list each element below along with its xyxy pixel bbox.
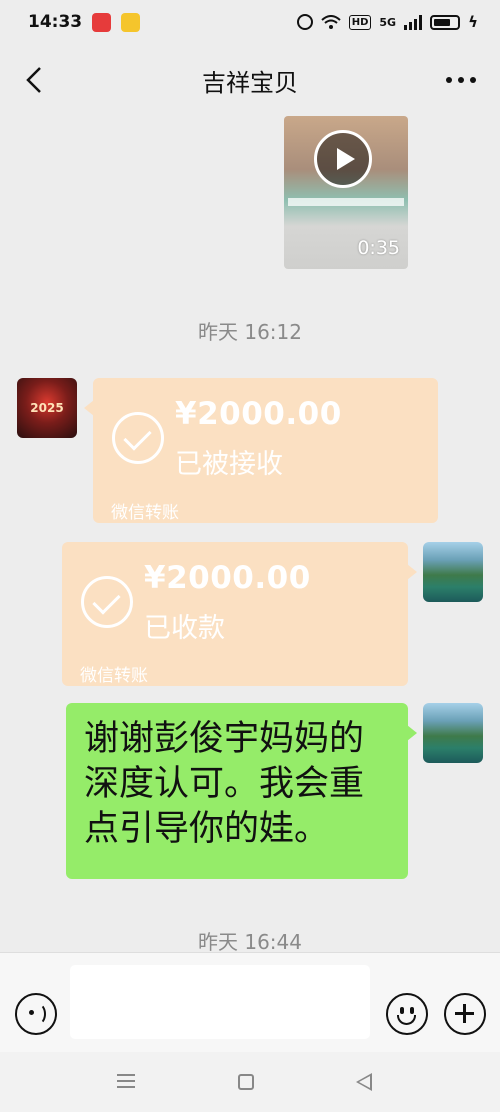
- avatar-me[interactable]: [423, 542, 483, 602]
- system-nav-bar: [0, 1052, 500, 1112]
- chat-header: 吉祥宝贝: [0, 44, 500, 116]
- battery-icon: [430, 14, 461, 30]
- home-icon[interactable]: [238, 1074, 254, 1090]
- status-bar: 14:33 HD 5G ϟ: [0, 0, 500, 44]
- input-bar: [0, 952, 500, 1052]
- wifi-icon: [321, 15, 341, 29]
- video-message[interactable]: 0:35: [284, 116, 408, 269]
- message-input[interactable]: [70, 965, 370, 1039]
- charging-icon: ϟ: [468, 13, 478, 31]
- status-time: 14:33: [28, 12, 83, 32]
- menu-icon[interactable]: [117, 1074, 135, 1088]
- status-left: 14:33: [28, 12, 141, 32]
- avatar-text: 2025: [30, 401, 64, 415]
- voice-icon[interactable]: [15, 993, 57, 1035]
- transfer-amount: ¥2000.00: [144, 560, 311, 596]
- transfer-label: 微信转账: [111, 503, 179, 523]
- transfer-amount: ¥2000.00: [175, 396, 342, 432]
- check-circle-icon: [81, 576, 133, 628]
- notification-app-icon-2: [121, 12, 141, 32]
- timestamp: 昨天 16:12: [198, 320, 302, 344]
- more-dots-icon[interactable]: [446, 68, 476, 92]
- transfer-label: 微信转账: [80, 666, 148, 686]
- alarm-icon: [296, 14, 313, 30]
- back-triangle-icon[interactable]: [356, 1073, 372, 1091]
- message-bubble[interactable]: 谢谢彭俊宇妈妈的深度认可。我会重点引导你的娃。: [66, 703, 417, 879]
- video-duration: 0:35: [357, 237, 400, 259]
- plus-icon[interactable]: [444, 993, 486, 1035]
- transfer-card[interactable]: ¥2000.00 已被接收 微信转账: [84, 378, 438, 523]
- notification-app-icon: [92, 12, 112, 32]
- transfer-card[interactable]: ¥2000.00 已收款 微信转账: [62, 542, 417, 686]
- play-icon[interactable]: [314, 130, 372, 188]
- transfer-status: 已被接收: [175, 449, 283, 480]
- hd-badge: HD: [348, 14, 372, 30]
- status-right: HD 5G ϟ: [296, 13, 478, 31]
- emoji-icon[interactable]: [386, 993, 428, 1035]
- video-caption-strip: [288, 198, 404, 206]
- chat-title: 吉祥宝贝: [202, 68, 298, 97]
- check-circle-icon: [112, 412, 164, 464]
- chevron-left-icon[interactable]: [20, 64, 50, 96]
- signal-icon: [404, 14, 423, 30]
- timestamp: 昨天 16:44: [198, 930, 302, 954]
- transfer-status: 已收款: [144, 613, 225, 644]
- avatar-me[interactable]: [423, 703, 483, 763]
- network-type: 5G: [379, 15, 397, 29]
- avatar-sender[interactable]: 2025: [17, 378, 77, 438]
